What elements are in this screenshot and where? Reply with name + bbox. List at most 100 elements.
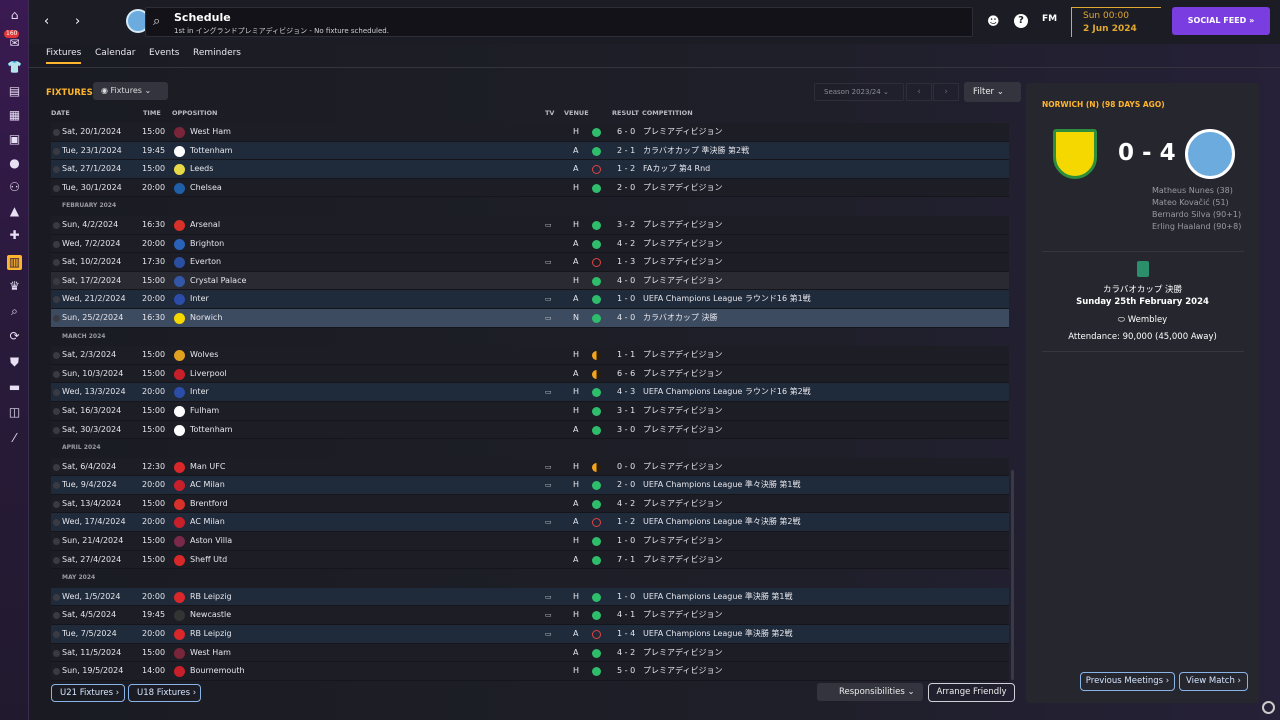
fixture-competition[interactable]: UEFA Champions League 準々決勝 第1戦 (643, 476, 801, 495)
fixture-competition[interactable]: プレミアディビジョン (643, 365, 722, 384)
fixture-competition[interactable]: カラバオカップ 準決勝 第2戦 (643, 142, 749, 161)
table-row[interactable]: Sun, 10/3/2024 15:00 Liverpool A 6 - 6 プレミアディ… (51, 364, 1009, 384)
col-result[interactable]: RESULT (612, 109, 639, 117)
u18-fixtures-button[interactable]: U18 Fixtures › (128, 684, 201, 702)
fixture-score[interactable]: 5 - 0 (617, 662, 635, 681)
fixture-score[interactable]: 3 - 2 (617, 216, 635, 235)
fixture-opponent[interactable]: Everton (190, 253, 221, 272)
fixture-score[interactable]: 4 - 0 (617, 309, 635, 328)
fixture-score[interactable]: 1 - 1 (617, 346, 635, 365)
table-row[interactable]: Sat, 4/5/2024 19:45 Newcastle ▭ H 4 - 1 プレミアディ… (51, 606, 1009, 626)
table-row[interactable]: Sun, 19/5/2024 14:00 Bournemouth H 5 - 0 プレミア… (51, 662, 1009, 681)
row-select-dot[interactable] (53, 631, 60, 639)
fixture-score[interactable]: 4 - 2 (617, 495, 635, 514)
fixture-opponent[interactable]: Sheff Utd (190, 551, 227, 570)
row-select-dot[interactable] (53, 407, 60, 415)
fixture-opponent[interactable]: RB Leipzig (190, 588, 232, 607)
tab-fixtures[interactable]: Fixtures (46, 48, 82, 64)
row-select-dot[interactable] (53, 389, 60, 397)
scouting-icon[interactable]: ⌕ (7, 304, 22, 319)
fixture-opponent[interactable]: Brighton (190, 235, 224, 254)
fixture-competition[interactable]: プレミアディビジョン (643, 551, 722, 570)
tab-reminders[interactable]: Reminders (193, 48, 241, 58)
scrollbar[interactable] (1011, 470, 1014, 680)
table-row[interactable]: Sat, 13/4/2024 15:00 Brentford A 4 - 2 プレミアディ… (51, 494, 1009, 514)
row-select-dot[interactable] (53, 519, 60, 527)
fixture-opponent[interactable]: Liverpool (190, 365, 227, 384)
table-row[interactable]: Sun, 25/2/2024 16:30 Norwich ▭ N 4 - 0 カラバオカップ… (51, 308, 1009, 328)
fixture-score[interactable]: 0 - 0 (617, 458, 635, 477)
fixture-opponent[interactable]: Inter (190, 383, 209, 402)
fixture-opponent[interactable]: West Ham (190, 644, 231, 663)
row-select-dot[interactable] (53, 463, 60, 471)
fixture-competition[interactable]: プレミアディビジョン (643, 644, 722, 663)
fixture-score[interactable]: 4 - 3 (617, 383, 635, 402)
row-select-dot[interactable] (53, 370, 60, 378)
fixture-opponent[interactable]: Chelsea (190, 179, 222, 198)
table-row[interactable]: Sat, 17/2/2024 15:00 Crystal Palace H 4 - 0 プ… (51, 271, 1009, 291)
fixture-competition[interactable]: プレミアディビジョン (643, 123, 722, 142)
col-opposition[interactable]: OPPOSITION (172, 109, 218, 117)
fixture-competition[interactable]: プレミアディビジョン (643, 495, 722, 514)
row-select-dot[interactable] (53, 240, 60, 248)
fixture-opponent[interactable]: Bournemouth (190, 662, 245, 681)
tab-events[interactable]: Events (149, 48, 179, 58)
game-date[interactable]: Sun 00:00 2 Jun 2024 (1071, 7, 1161, 37)
table-row[interactable]: Sat, 27/4/2024 15:00 Sheff Utd A 7 - 1 プレミアディ… (51, 550, 1009, 570)
tab-calendar[interactable]: Calendar (95, 48, 135, 58)
fixture-opponent[interactable]: Fulham (190, 402, 219, 421)
fixture-score[interactable]: 1 - 4 (617, 625, 635, 644)
fixture-opponent[interactable]: West Ham (190, 123, 231, 142)
row-select-dot[interactable] (53, 352, 60, 360)
table-row[interactable]: Wed, 21/2/2024 20:00 Inter ▭ A 1 - 0 UEFA Cham… (51, 290, 1009, 309)
table-row[interactable]: Tue, 30/1/2024 20:00 Chelsea H 2 - 0 プレミアディビジ… (51, 178, 1009, 198)
fixture-score[interactable]: 1 - 0 (617, 532, 635, 551)
table-row[interactable]: Tue, 23/1/2024 19:45 Tottenham A 2 - 1 カラバオカッ… (51, 141, 1009, 161)
fixture-score[interactable]: 1 - 0 (617, 290, 635, 309)
table-row[interactable]: Sat, 30/3/2024 15:00 Tottenham A 3 - 0 プレミアディ… (51, 420, 1009, 440)
fixture-opponent[interactable]: Leeds (190, 160, 213, 179)
row-select-dot[interactable] (53, 221, 60, 229)
table-row[interactable]: Wed, 7/2/2024 20:00 Brighton A 4 - 2 プレミアディビジ… (51, 234, 1009, 254)
row-select-dot[interactable] (53, 426, 60, 434)
u21-fixtures-button[interactable]: U21 Fixtures › (51, 684, 125, 702)
club-vision-icon[interactable]: ⛊ (7, 355, 22, 370)
refresh-icon[interactable] (1262, 701, 1275, 714)
fixture-competition[interactable]: UEFA Champions League ラウンド16 第1戦 (643, 290, 811, 309)
table-row[interactable]: Sun, 21/4/2024 15:00 Aston Villa H 1 - 0 プレミア… (51, 532, 1009, 551)
row-select-dot[interactable] (53, 129, 60, 136)
row-select-dot[interactable] (53, 147, 60, 155)
fixture-opponent[interactable]: RB Leipzig (190, 625, 232, 644)
col-competition[interactable]: COMPETITION (642, 109, 693, 117)
fixture-competition[interactable]: FAカップ 第4 Rnd (643, 160, 710, 179)
table-row[interactable]: Tue, 9/4/2024 20:00 AC Milan ▭ H 2 - 0 UEFA Ch… (51, 476, 1009, 495)
fixture-competition[interactable]: プレミアディビジョン (643, 253, 722, 272)
fixture-competition[interactable]: プレミアディビジョン (643, 179, 722, 198)
previous-meetings-button[interactable]: Previous Meetings › (1080, 672, 1175, 691)
fixtures-dropdown[interactable]: ◉ Fixtures ⌄ (93, 82, 168, 100)
fixture-competition[interactable]: プレミアディビジョン (643, 662, 722, 681)
fixture-score[interactable]: 2 - 1 (617, 142, 635, 161)
fixture-score[interactable]: 1 - 0 (617, 588, 635, 607)
row-select-dot[interactable] (53, 166, 60, 174)
row-select-dot[interactable] (53, 612, 60, 620)
fixture-opponent[interactable]: Arsenal (190, 216, 220, 235)
fixture-opponent[interactable]: Inter (190, 290, 209, 309)
fixture-competition[interactable]: プレミアディビジョン (643, 402, 722, 421)
row-select-dot[interactable] (53, 184, 60, 192)
fixture-score[interactable]: 7 - 1 (617, 551, 635, 570)
fixture-opponent[interactable]: Tottenham (190, 421, 232, 440)
fixture-opponent[interactable]: Norwich (190, 309, 222, 328)
fixture-score[interactable]: 4 - 0 (617, 272, 635, 291)
fixture-opponent[interactable]: Newcastle (190, 606, 231, 625)
schedule-icon[interactable]: ▥ (7, 255, 22, 270)
finances-icon[interactable]: ▬ (7, 380, 22, 395)
training-icon[interactable]: ⚇ (7, 180, 22, 195)
fixture-opponent[interactable]: Man UFC (190, 458, 225, 477)
table-row[interactable]: Wed, 17/4/2024 20:00 AC Milan ▭ A 1 - 2 UEFA C… (51, 513, 1009, 533)
row-select-dot[interactable] (53, 259, 60, 267)
fixture-opponent[interactable]: AC Milan (190, 476, 225, 495)
fixture-score[interactable]: 3 - 0 (617, 421, 635, 440)
view-match-button[interactable]: View Match › (1179, 672, 1248, 691)
col-time[interactable]: TIME (143, 109, 161, 117)
